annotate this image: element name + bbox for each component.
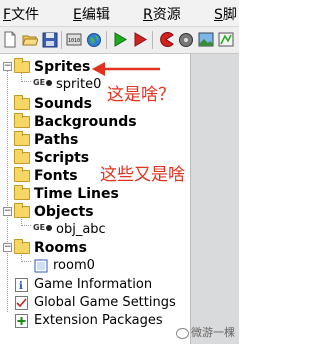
collapse-toggle[interactable]: −: [3, 62, 12, 71]
folder-icon: [14, 149, 30, 164]
folder-icon: [14, 95, 30, 110]
svg-text:i: i: [19, 281, 23, 292]
watermark: 微游一棵: [176, 324, 235, 340]
tree-item-scripts-label: Scripts: [34, 150, 90, 166]
room-icon: [34, 259, 48, 273]
annotation-sprites-question: 这是啥？: [107, 85, 175, 105]
sprite-icon: GE: [33, 78, 53, 87]
menu-resources[interactable]: R资源: [143, 4, 181, 24]
menu-edit-label: 编辑: [81, 7, 110, 23]
tree-item-rooms-label: Rooms: [34, 240, 87, 256]
run-icon[interactable]: [112, 31, 128, 48]
tree-item-rooms[interactable]: − Rooms: [0, 239, 190, 257]
menu-resources-label: 资源: [152, 7, 181, 23]
tree-item-room0-label: room0: [53, 258, 95, 273]
folder-icon: [14, 185, 30, 200]
new-file-icon[interactable]: [2, 31, 18, 48]
tree-item-paths[interactable]: Paths: [0, 131, 190, 149]
ge-badge: GE: [33, 78, 46, 87]
tree-item-sprites-label: Sprites: [34, 59, 91, 75]
tree-item-game-information[interactable]: i Game Information: [0, 276, 190, 294]
tree-item-obj-abc[interactable]: GE obj_abc: [0, 221, 190, 239]
collapse-toggle[interactable]: −: [3, 243, 12, 252]
open-folder-icon[interactable]: [22, 31, 38, 48]
menu-resources-accel: R: [143, 7, 153, 23]
toolbar-separator: [152, 31, 153, 49]
workspace-panel: [190, 54, 239, 344]
debug-run-icon[interactable]: [132, 31, 148, 48]
toolbar: 1010: [0, 27, 239, 54]
menu-scripts-accel: S: [214, 7, 223, 23]
annotation-arrow: [92, 62, 160, 76]
wechat-icon: [176, 327, 189, 339]
extension-icon: [15, 314, 28, 328]
folder-icon: [14, 167, 30, 182]
add-sound-icon[interactable]: [178, 31, 194, 48]
tree-item-objects[interactable]: − Objects: [0, 203, 190, 221]
settings-checklist-icon: [15, 296, 28, 310]
tree-item-game-information-label: Game Information: [34, 277, 153, 292]
menu-bar: F文件 E编辑 R资源 S脚: [0, 0, 239, 27]
tree-item-objects-label: Objects: [34, 204, 94, 220]
tree-item-paths-label: Paths: [34, 132, 79, 148]
folder-icon: [14, 239, 30, 254]
add-sprite-icon[interactable]: [158, 31, 174, 48]
folder-icon: [14, 203, 30, 218]
object-icon: GE: [33, 223, 53, 232]
menu-file[interactable]: F文件: [3, 4, 39, 24]
info-icon: i: [15, 278, 28, 292]
menu-file-accel: F: [3, 7, 12, 23]
menu-scripts[interactable]: S脚: [214, 4, 237, 24]
tree-item-sounds-label: Sounds: [34, 96, 92, 112]
tree-item-fonts-label: Fonts: [34, 168, 78, 184]
annotation-others-question: 这些又是啥: [100, 165, 185, 185]
svg-text:1010: 1010: [68, 38, 80, 44]
create-executable-icon[interactable]: 1010: [66, 31, 82, 48]
ge-badge: GE: [33, 223, 46, 232]
tree-item-extension-packages[interactable]: Extension Packages: [0, 312, 190, 330]
watermark-label: 微游一棵: [191, 326, 235, 339]
tree-item-backgrounds[interactable]: Backgrounds: [0, 113, 190, 131]
folder-icon: [14, 113, 30, 128]
tree-item-timelines-label: Time Lines: [34, 186, 119, 202]
tree-item-timelines[interactable]: Time Lines: [0, 185, 190, 203]
folder-icon: [14, 58, 30, 73]
tree-item-global-game-settings-label: Global Game Settings: [34, 295, 176, 310]
folder-icon: [14, 131, 30, 146]
collapse-toggle[interactable]: −: [3, 207, 12, 216]
save-icon[interactable]: [42, 31, 58, 48]
tree-item-room0[interactable]: room0: [0, 257, 190, 275]
add-path-icon[interactable]: [218, 31, 234, 48]
menu-file-label: 文件: [11, 7, 40, 23]
tree-item-backgrounds-label: Backgrounds: [34, 114, 137, 130]
toolbar-separator: [106, 31, 107, 49]
add-background-icon[interactable]: [198, 31, 214, 48]
tree-item-extension-packages-label: Extension Packages: [34, 313, 163, 328]
menu-scripts-label: 脚: [222, 7, 237, 23]
toolbar-separator: [61, 31, 62, 49]
menu-edit[interactable]: E编辑: [73, 4, 110, 24]
publish-globe-icon[interactable]: [86, 31, 102, 48]
tree-item-global-game-settings[interactable]: Global Game Settings: [0, 294, 190, 312]
menu-edit-accel: E: [73, 7, 82, 23]
tree-item-obj-abc-label: obj_abc: [56, 222, 106, 237]
